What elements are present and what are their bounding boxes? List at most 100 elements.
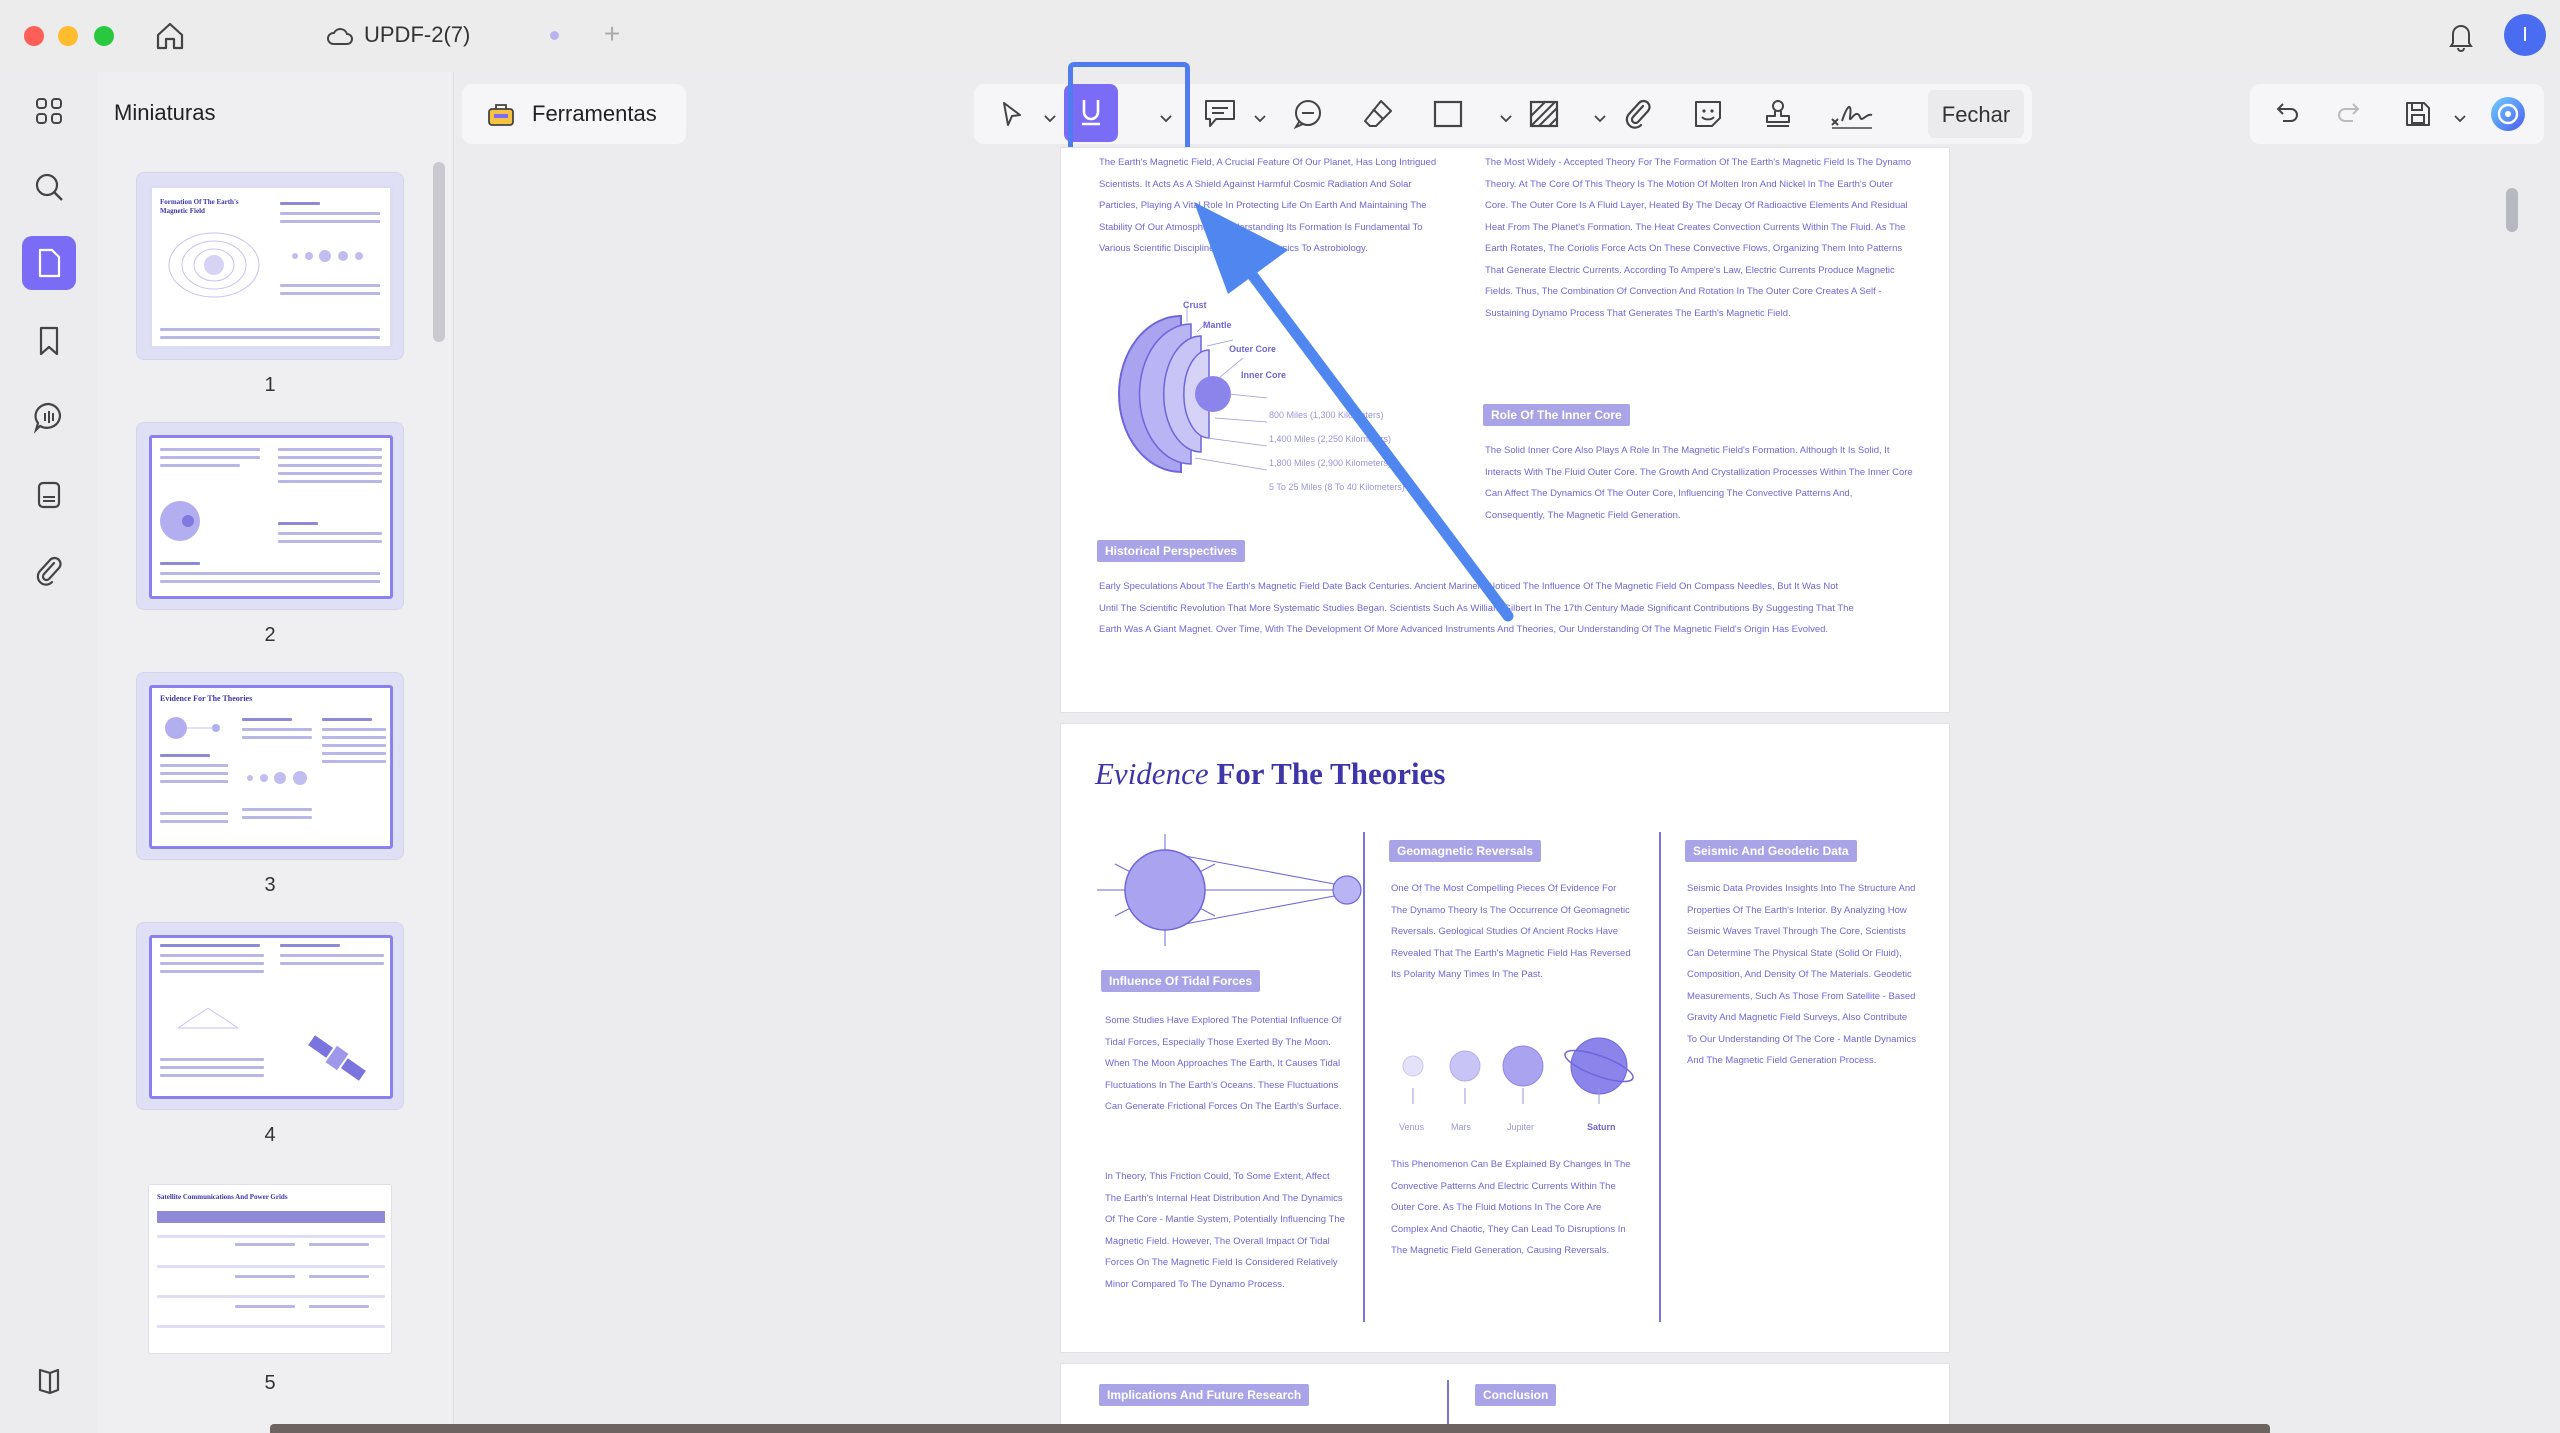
tidal-paragraph-1: Some Studies Have Explored The Potential… — [1105, 1015, 1342, 1112]
thumbnail-network-diagram — [177, 1007, 239, 1029]
unsaved-dot — [550, 31, 559, 40]
bookmark-icon[interactable] — [22, 314, 76, 368]
thumbnail-earth-diagram — [160, 501, 200, 541]
thumbnail-dots — [287, 246, 387, 271]
tidal-paragraph-2: In Theory, This Friction Could, To Some … — [1105, 1171, 1345, 1290]
ai-assistant-icon[interactable] — [2484, 84, 2532, 144]
comment-icon[interactable] — [22, 390, 76, 444]
column-divider — [1659, 832, 1661, 1322]
thumbnail-page-1-preview: Formation Of The Earth's Magnetic Field — [149, 185, 393, 349]
cloud-icon — [324, 20, 356, 52]
thumbnail-title: Satellite Communications And Power Grids — [157, 1193, 288, 1201]
dynamo-paragraph: The Most Widely - Accepted Theory For Th… — [1485, 157, 1912, 319]
undo-icon[interactable] — [2264, 84, 2308, 144]
geomagnetic-heading: Geomagnetic Reversals — [1389, 840, 1542, 862]
minimize-window-button[interactable] — [58, 26, 78, 46]
user-avatar[interactable]: I — [2504, 14, 2546, 56]
thumbnail-page-3-preview: Evidence For The Theories — [149, 685, 393, 849]
signature-icon[interactable] — [1824, 84, 1880, 144]
pointer-arrow — [1194, 202, 1514, 622]
thumbnail-number: 4 — [264, 1124, 276, 1146]
close-annotation-button[interactable]: Fechar — [1928, 90, 2024, 138]
thumbnail-field-lines — [168, 232, 260, 298]
redo-icon[interactable] — [2328, 84, 2372, 144]
tools-button[interactable]: Ferramentas — [462, 84, 686, 144]
form-icon[interactable] — [22, 468, 76, 522]
seismic-paragraph: Seismic Data Provides Insights Into The … — [1687, 883, 1916, 1066]
thumbnail-table-header — [157, 1211, 385, 1223]
document-tab-title[interactable]: UPDF-2(7) — [364, 22, 470, 48]
tidal-heading: Influence Of Tidal Forces — [1101, 970, 1261, 992]
textbox-icon[interactable] — [1196, 84, 1244, 144]
sticker-icon[interactable] — [1684, 84, 1732, 144]
chevron-down-icon[interactable] — [1044, 110, 1056, 128]
planet-label-mars: Mars — [1451, 1122, 1471, 1132]
thumbnails-scrollbar[interactable] — [433, 162, 445, 342]
thumbnail-number: 1 — [264, 374, 276, 396]
close-window-button[interactable] — [24, 26, 44, 46]
pdf-page-3: Evidence For The Theories Influence Of T… — [1061, 724, 1949, 1352]
zoom-window-button[interactable] — [94, 26, 114, 46]
phenomenon-paragraph: This Phenomenon Can Be Explained By Chan… — [1391, 1159, 1631, 1256]
document-scrollbar[interactable] — [2506, 188, 2518, 232]
apps-icon[interactable] — [22, 84, 76, 138]
thumbnail-number: 2 — [264, 624, 276, 646]
geomagnetic-paragraph: One Of The Most Compelling Pieces Of Evi… — [1391, 883, 1631, 980]
seismic-heading: Seismic And Geodetic Data — [1685, 840, 1857, 862]
notification-bell-icon[interactable] — [2442, 16, 2480, 56]
thumbnail-number: 3 — [264, 874, 276, 896]
attachment-icon[interactable] — [22, 544, 76, 598]
chevron-down-icon[interactable] — [1254, 110, 1266, 128]
select-arrow-icon[interactable] — [990, 84, 1034, 144]
chevron-down-icon[interactable] — [1500, 110, 1512, 128]
eraser-icon[interactable] — [1354, 84, 1402, 144]
area-icon[interactable] — [1520, 84, 1568, 144]
pages-icon[interactable] — [22, 236, 76, 290]
thumbnail-page-5-preview: Satellite Communications And Power Grids — [148, 1184, 392, 1354]
stamp-icon[interactable] — [1754, 84, 1802, 144]
thumbnail-number: 5 — [264, 1372, 276, 1394]
home-icon[interactable] — [150, 18, 190, 54]
pdf-page-4: Implications And Future Research Conclus… — [1061, 1364, 1949, 1433]
conclusion-heading: Conclusion — [1475, 1384, 1557, 1406]
inner-core-paragraph: The Solid Inner Core Also Plays A Role I… — [1485, 445, 1913, 521]
new-tab-icon[interactable]: + — [598, 18, 626, 49]
column-divider — [1363, 832, 1365, 1322]
title-bar: UPDF-2(7) + I — [0, 0, 2560, 72]
thumbnail-page-5[interactable]: Satellite Communications And Power Grids — [136, 1172, 404, 1360]
toolbox-icon — [486, 100, 516, 133]
planet-label-venus: Venus — [1399, 1122, 1425, 1132]
thumbnail-page-2[interactable] — [136, 422, 404, 610]
thumbnail-page-2-preview — [149, 435, 393, 599]
history-toolbar — [2250, 84, 2544, 144]
evidence-title: Evidence For The Theories — [1095, 756, 1446, 791]
left-icon-rail — [0, 72, 98, 1433]
planet-label-saturn: Saturn — [1587, 1122, 1616, 1132]
planet-label-jupiter: Jupiter — [1507, 1122, 1535, 1132]
implications-heading: Implications And Future Research — [1099, 1384, 1310, 1406]
tools-label: Ferramentas — [532, 101, 657, 126]
planets-diagram — [1402, 1037, 1634, 1104]
chevron-down-icon[interactable] — [1594, 110, 1606, 128]
rectangle-icon[interactable] — [1424, 84, 1472, 144]
thumbnail-tidal-diagram — [165, 717, 220, 739]
thumbnails-title: Miniaturas — [114, 100, 216, 125]
thumbnail-page-4-preview — [149, 935, 393, 1099]
note-icon[interactable] — [1284, 84, 1332, 144]
thumbnail-page-4[interactable] — [136, 922, 404, 1110]
save-icon[interactable] — [2396, 84, 2440, 144]
chevron-down-icon[interactable] — [2454, 110, 2466, 128]
tidal-forces-diagram — [1097, 834, 1362, 946]
search-icon[interactable] — [22, 160, 76, 214]
thumbnail-page-3[interactable]: Evidence For The Theories — [136, 672, 404, 860]
close-annotation-label: Fechar — [1941, 102, 2011, 127]
thumbnail-satellite — [308, 1035, 366, 1081]
thumbnail-title: Evidence For The Theories — [160, 694, 253, 703]
thumbnail-page-1[interactable]: Formation Of The Earth's Magnetic Field — [136, 172, 404, 360]
paperclip-icon[interactable] — [1614, 84, 1662, 144]
thumbnail-title: Formation Of The Earth's Magnetic Field — [160, 198, 239, 215]
thumbnail-planets — [247, 771, 307, 785]
layers-icon[interactable] — [22, 1354, 76, 1408]
thumbnails-panel: Miniaturas Formation Of The Earth's Magn… — [98, 72, 454, 1433]
bottom-edge — [270, 1424, 2270, 1433]
